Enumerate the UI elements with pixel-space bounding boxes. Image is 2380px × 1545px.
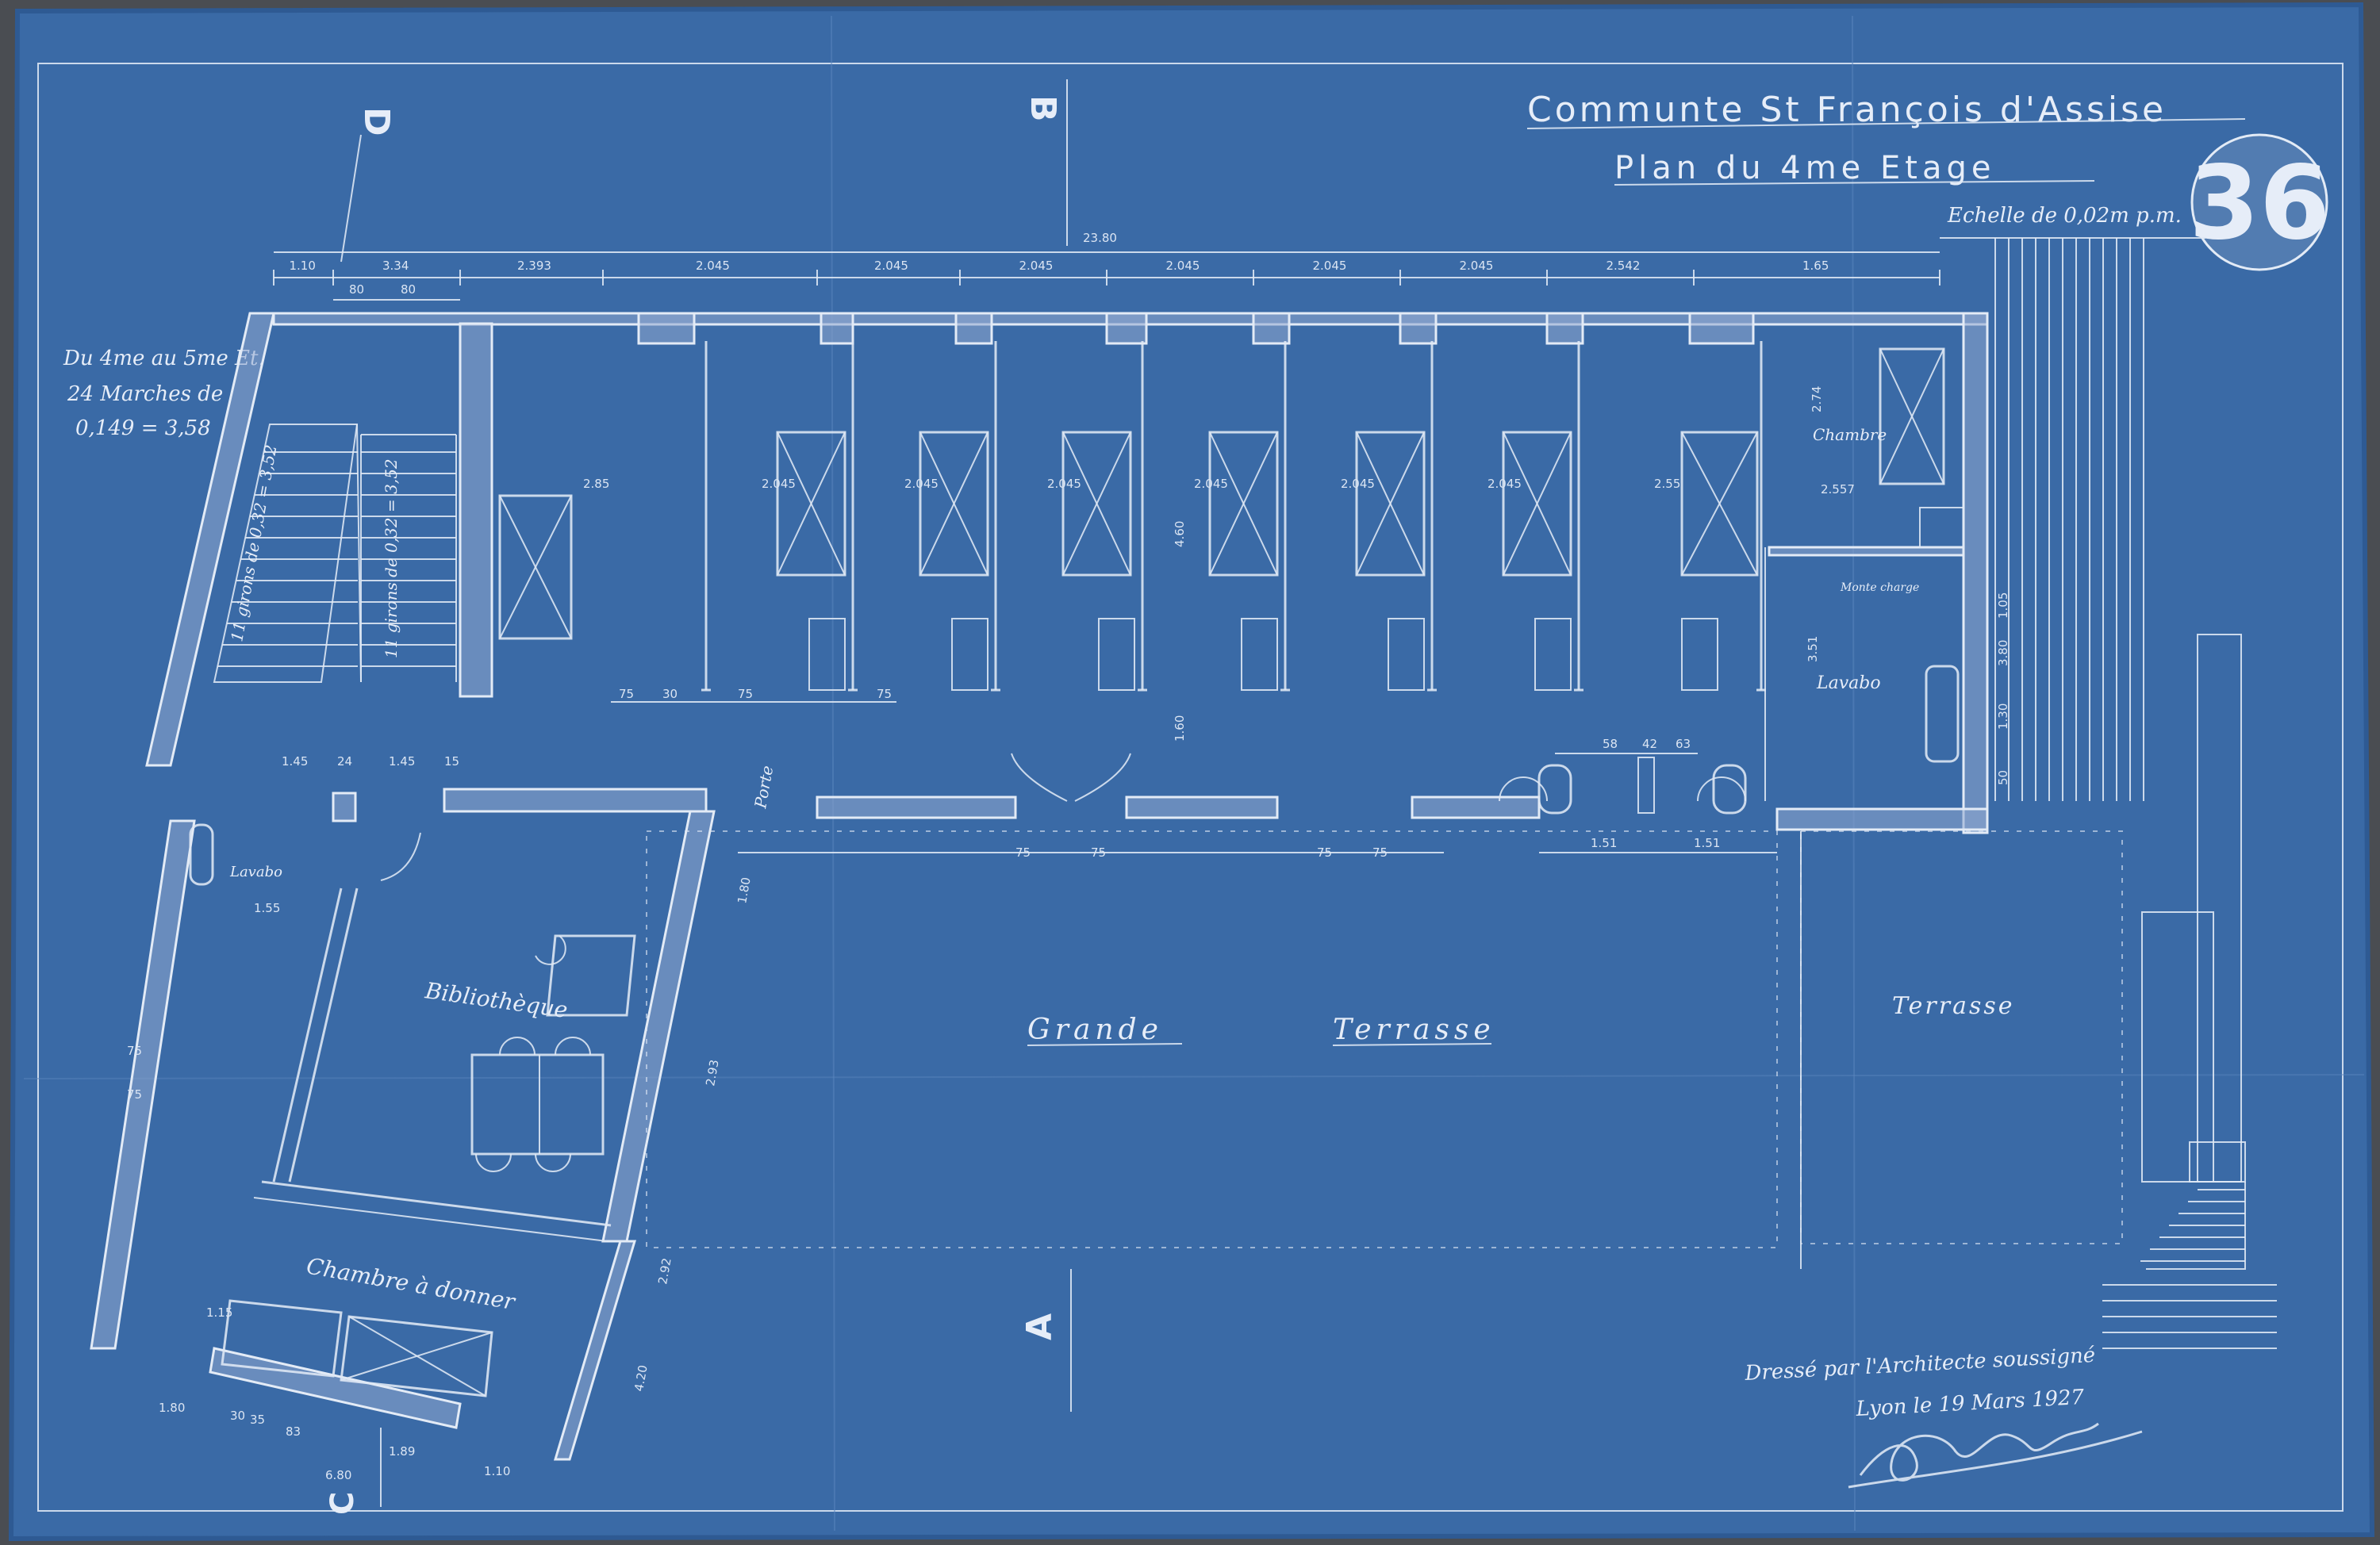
top-chain-dim: 2.542 <box>1606 259 1641 273</box>
top-chain-dim: 2.045 <box>1460 259 1494 273</box>
terrasse-side-label: Terrasse <box>1892 992 2015 1020</box>
terrasse-main-label: Terrasse <box>1333 1014 1495 1046</box>
paper-sheet <box>11 5 2372 1539</box>
top-chain-dim: 2.045 <box>1313 259 1347 273</box>
stair-note-line2: 24 Marches de <box>67 382 223 406</box>
left-block-dim: 83 <box>286 1424 301 1439</box>
room-width: 2.045 <box>1488 477 1522 491</box>
door-dim: 75 <box>619 687 634 701</box>
library-pier <box>332 792 357 822</box>
lavabo-left-label: Lavabo <box>229 864 282 880</box>
room-width: 2.045 <box>1194 477 1228 491</box>
sheet-number: 36 <box>2189 144 2330 263</box>
right-strip-dim: 3.80 <box>1996 640 2010 666</box>
top-small-dim-1: 80 <box>349 282 364 297</box>
window-pier <box>1399 312 1438 345</box>
left-block-dim: 30 <box>230 1409 245 1423</box>
left-block-dim: 75 <box>127 1044 142 1058</box>
section-mark-c: C <box>324 1492 361 1515</box>
sanitary-dim-1: 58 <box>1603 737 1618 751</box>
chambre-label: Chambre <box>1813 425 1887 444</box>
sanitary-bottom-1: 1.51 <box>1591 836 1617 850</box>
left-block-dim: 1.45 <box>389 754 415 769</box>
left-block-dim: 6.80 <box>325 1468 351 1482</box>
window-pier <box>637 312 696 345</box>
right-strip-dim: 50 <box>1996 770 2010 785</box>
left-block-dim: 1.80 <box>159 1401 185 1415</box>
window-pier <box>1545 312 1584 345</box>
blueprint-sheet: Communte St François d'Assise Plan du 4m… <box>0 0 2380 1545</box>
corridor-wall-segment <box>816 796 1017 819</box>
left-block-dim: 1.55 <box>254 901 280 915</box>
window-pier <box>1252 312 1291 345</box>
left-block-dim: 1.10 <box>484 1464 510 1478</box>
right-exterior-wall <box>1962 312 1989 834</box>
left-block-dim: 15 <box>444 754 459 769</box>
corridor-wall-segment <box>1411 796 1541 819</box>
window-pier <box>1688 312 1755 345</box>
corridor-wall-segment <box>1125 796 1279 819</box>
section-mark-a: A <box>1019 1313 1060 1340</box>
door-dim: 75 <box>877 687 892 701</box>
stair-room-wall <box>459 322 493 698</box>
right-room-depth: 2.74 <box>1810 386 1824 412</box>
top-chain-dim: 2.045 <box>874 259 908 273</box>
grande-label: Grande <box>1027 1014 1163 1046</box>
left-block-dim: 1.89 <box>389 1444 415 1459</box>
room-width: 2.045 <box>904 477 939 491</box>
room-depth: 4.60 <box>1173 521 1187 547</box>
overall-dimension: 23.80 <box>1083 231 1117 245</box>
room-width: 2.85 <box>583 477 609 491</box>
title-line2: Plan du 4me Etage <box>1614 150 1995 186</box>
sanitary-dim-3: 63 <box>1676 737 1691 751</box>
left-block-dim: 35 <box>250 1413 265 1427</box>
left-block-dim: 1.45 <box>282 754 308 769</box>
corridor-width: 1.60 <box>1173 715 1187 742</box>
top-small-dim-2: 80 <box>401 282 416 297</box>
top-chain-dim: 2.045 <box>1166 259 1200 273</box>
window-pier <box>820 312 854 345</box>
left-block-dim: 24 <box>337 754 352 769</box>
stair-note-line1: Du 4me au 5me Et. <box>63 347 265 370</box>
stair-note-line3: 0,149 = 3,58 <box>75 416 211 440</box>
window-pier <box>1105 312 1148 345</box>
section-mark-b: B <box>1023 95 1063 122</box>
sanitary-bottom-2: 1.51 <box>1694 836 1720 850</box>
room-width: 2.045 <box>762 477 796 491</box>
right-flight-label: 11 girons de 0,32 = 3,52 <box>382 458 401 658</box>
lavabo-depth: 3.51 <box>1806 636 1820 662</box>
door-dim: 30 <box>662 687 678 701</box>
window-pier <box>954 312 993 345</box>
floor-plan-drawing: Communte St François d'Assise Plan du 4m… <box>8 2 2375 1542</box>
room-width: 2.045 <box>1047 477 1081 491</box>
lavabo-right-label: Lavabo <box>1816 673 1881 693</box>
right-room-width: 2.557 <box>1821 482 1855 496</box>
section-mark-d: D <box>356 107 397 136</box>
top-chain-dim: 1.65 <box>1802 259 1829 273</box>
top-chain-dim: 3.34 <box>382 259 409 273</box>
right-strip-dim: 1.05 <box>1996 592 2010 619</box>
top-chain-dim: 2.045 <box>696 259 730 273</box>
scale-note: Echelle de 0,02m p.m. <box>1947 204 2182 228</box>
room-width: 2.045 <box>1341 477 1375 491</box>
sanitary-dim-2: 42 <box>1642 737 1657 751</box>
left-block-dim: 75 <box>127 1087 142 1102</box>
monte-charge-label: Monte charge <box>1840 581 1919 594</box>
corridor-wall-segment <box>443 788 708 813</box>
room-width: 2.55 <box>1654 477 1680 491</box>
corridor-wall-segment <box>1775 807 1989 831</box>
door-dim: 75 <box>738 687 753 701</box>
top-chain-dim: 1.10 <box>290 259 316 273</box>
top-chain-dim: 2.393 <box>517 259 551 273</box>
left-block-dim: 1.15 <box>206 1305 232 1320</box>
right-strip-dim: 1.30 <box>1996 703 2010 730</box>
top-chain-dim: 2.045 <box>1019 259 1054 273</box>
